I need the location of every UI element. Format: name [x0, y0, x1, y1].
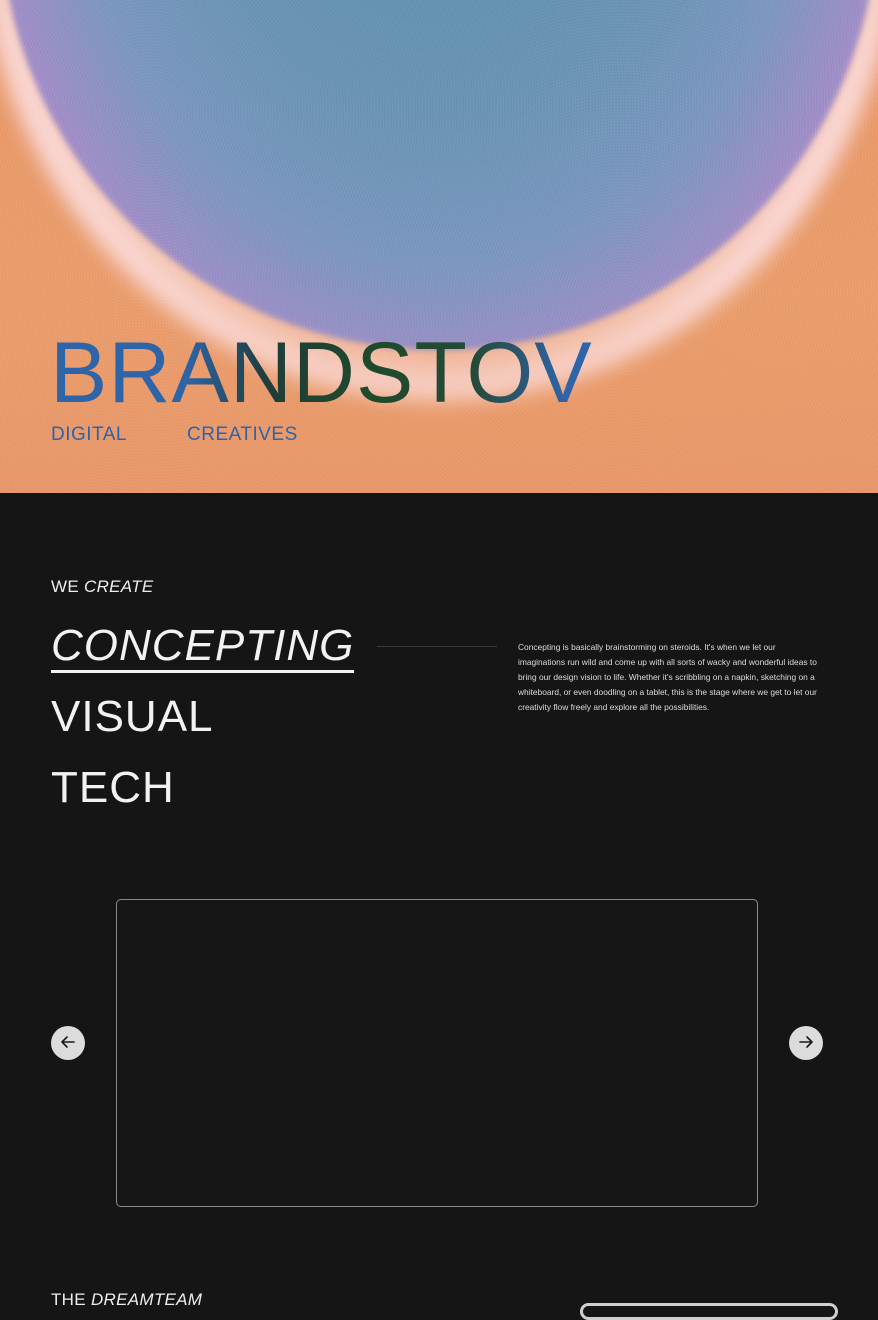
service-description: Concepting is basically brainstorming on… [518, 642, 817, 712]
team-label-italic: DREAMTEAM [90, 1290, 203, 1309]
carousel-slide [116, 899, 758, 1207]
brand-title: BRANDSTOV [50, 325, 593, 421]
brand-subtitle-digital: DIGITAL [51, 424, 127, 445]
team-label-plain: THE [51, 1290, 86, 1309]
brand-subtitle-creatives: CREATIVES [187, 424, 298, 445]
team-section-label: THE DREAMTEAM [51, 1290, 202, 1310]
services-label-plain: WE [51, 577, 79, 596]
carousel-next-button[interactable] [789, 1026, 823, 1060]
services-label-italic: CREATE [84, 577, 154, 596]
services-list: CONCEPTING VISUAL TECH [51, 622, 381, 835]
service-concepting[interactable]: CONCEPTING [51, 622, 355, 673]
services-divider [377, 646, 497, 647]
hero-section: BRANDSTOV DIGITAL CREATIVES [0, 0, 878, 493]
arrow-left-icon [61, 1035, 75, 1051]
team-pill-button[interactable] [580, 1303, 838, 1320]
service-tech[interactable]: TECH [51, 764, 381, 812]
carousel-prev-button[interactable] [51, 1026, 85, 1060]
services-section-label: WE CREATE [51, 577, 154, 597]
service-visual[interactable]: VISUAL [51, 693, 381, 741]
arrow-right-icon [799, 1035, 813, 1051]
